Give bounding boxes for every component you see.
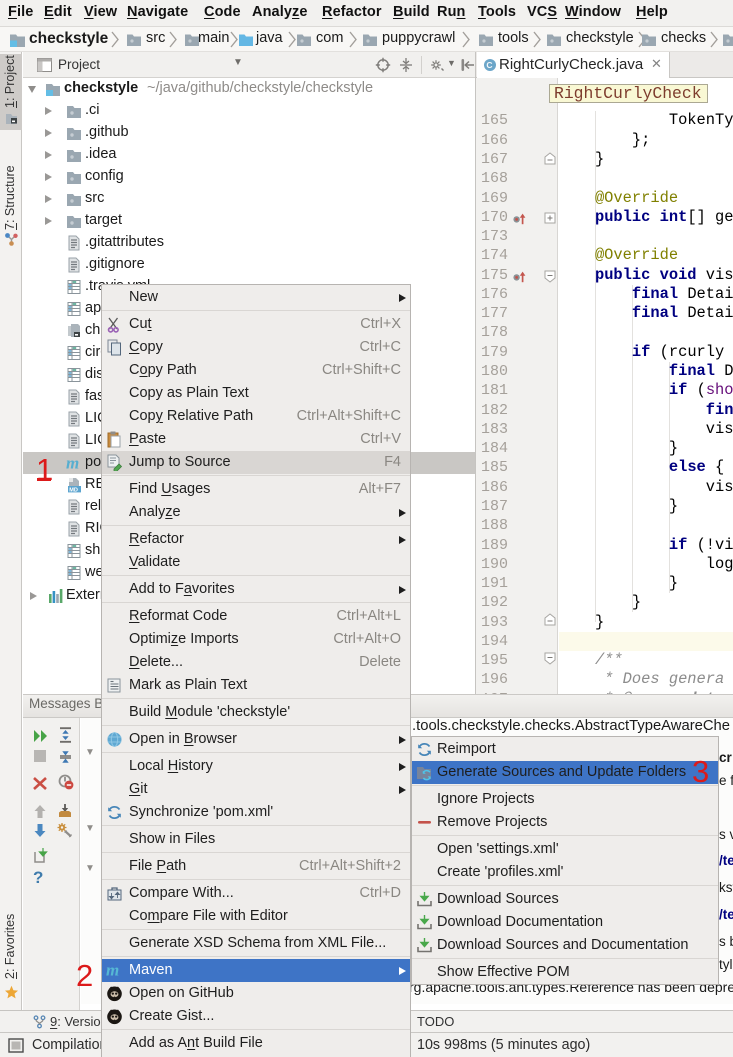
- svg-text:m: m: [106, 962, 119, 979]
- svg-text:C: C: [486, 60, 492, 70]
- svg-text:MD: MD: [69, 487, 78, 493]
- svg-text:m: m: [66, 455, 79, 471]
